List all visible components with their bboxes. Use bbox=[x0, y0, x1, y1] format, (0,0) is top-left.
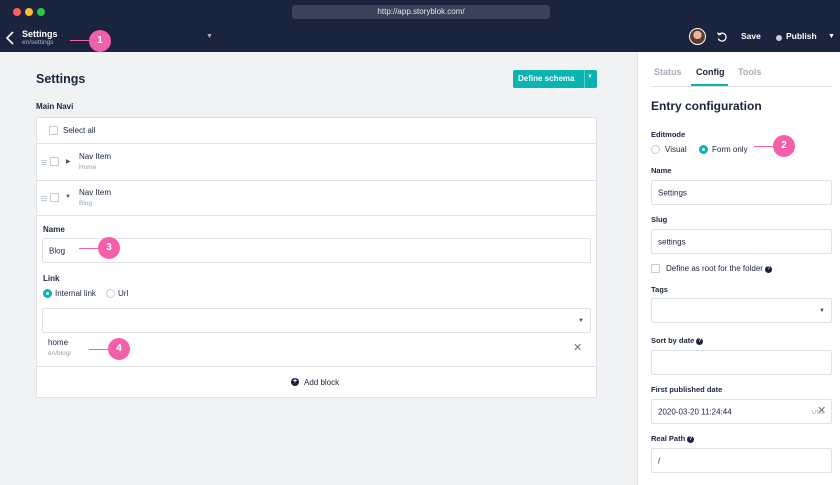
annotation-marker-4: 4 bbox=[108, 338, 130, 360]
publish-button[interactable]: Publish bbox=[786, 31, 817, 41]
slug-field[interactable]: settings bbox=[651, 229, 832, 254]
name-field[interactable]: Blog bbox=[42, 238, 591, 263]
block-checkbox[interactable] bbox=[50, 193, 59, 202]
page-title: Settings bbox=[36, 72, 86, 86]
define-schema-label[interactable]: Define schema bbox=[518, 74, 574, 83]
chevron-down-icon[interactable]: ▼ bbox=[819, 308, 825, 314]
info-icon[interactable]: ? bbox=[696, 338, 704, 345]
main-content: Settings Define schema ▼ Main Navi Selec… bbox=[0, 52, 637, 485]
field-label-sort-by-date: Sort by date? bbox=[651, 336, 704, 345]
add-block-plus-icon[interactable]: + bbox=[291, 378, 299, 386]
block-title: Nav Item bbox=[79, 152, 112, 161]
field-label-name: Name bbox=[651, 166, 672, 175]
real-path-field[interactable]: / bbox=[651, 448, 832, 473]
real-path-text: Real Path bbox=[651, 434, 686, 443]
define-schema-button[interactable]: Define schema ▼ bbox=[513, 70, 597, 88]
chevron-down-icon[interactable]: ▼ bbox=[65, 194, 71, 200]
field-label-slug: Slug bbox=[651, 215, 668, 224]
publish-options-chevron-icon[interactable]: ▼ bbox=[828, 33, 835, 40]
linked-story-title: home bbox=[48, 338, 69, 347]
field-label-name: Name bbox=[43, 225, 65, 234]
root-folder-label: Define as root for the folder? bbox=[666, 264, 772, 273]
sidebar-title: Entry configuration bbox=[651, 99, 762, 113]
first-published-date-field[interactable]: 2020-03-20 11:24:44 UTC ✕ bbox=[651, 399, 832, 424]
minimize-window-icon[interactable] bbox=[25, 8, 33, 16]
window-titlebar: http://app.storyblok.com/ bbox=[0, 0, 840, 24]
remove-link-close-icon[interactable]: ✕ bbox=[573, 343, 582, 354]
root-folder-checkbox[interactable] bbox=[651, 264, 660, 273]
link-select[interactable]: ▼ bbox=[42, 308, 591, 333]
annotation-marker-2: 2 bbox=[773, 135, 795, 157]
sort-by-date-text: Sort by date bbox=[651, 336, 695, 345]
info-icon[interactable]: ? bbox=[687, 436, 695, 443]
field-label-first-published: First published date bbox=[651, 385, 723, 394]
name-field-value: Blog bbox=[49, 246, 66, 255]
story-title[interactable]: Settings bbox=[22, 29, 58, 39]
slug-field-value: settings bbox=[658, 237, 686, 246]
story-path: en/settings bbox=[22, 39, 54, 46]
select-all-label: Select all bbox=[63, 126, 96, 135]
block-item-home[interactable]: ▶ Nav Item Home bbox=[37, 144, 596, 181]
name-field-value: Settings bbox=[658, 188, 687, 197]
linked-story-path: en/blog/ bbox=[48, 350, 72, 357]
annotation-connector bbox=[79, 248, 99, 249]
radio-internal-link-label: Internal link bbox=[55, 289, 96, 298]
user-avatar[interactable] bbox=[689, 28, 706, 45]
config-sidebar: Status Config Tools Entry configuration … bbox=[637, 52, 840, 485]
divider bbox=[584, 70, 585, 88]
add-block-button[interactable]: Add block bbox=[304, 378, 339, 387]
annotation-connector bbox=[754, 146, 774, 147]
chevron-down-icon[interactable]: ▼ bbox=[578, 318, 584, 324]
address-bar[interactable]: http://app.storyblok.com/ bbox=[292, 5, 550, 19]
field-label-link: Link bbox=[43, 274, 60, 283]
annotation-marker-1: 1 bbox=[89, 30, 111, 52]
radio-internal-link[interactable] bbox=[43, 289, 52, 298]
info-icon[interactable]: ? bbox=[764, 266, 772, 273]
block-checkbox[interactable] bbox=[50, 157, 59, 166]
tab-tools[interactable]: Tools bbox=[738, 67, 761, 77]
block-item-blog[interactable]: ▼ Nav Item Blog bbox=[37, 181, 596, 216]
field-label-real-path: Real Path? bbox=[651, 434, 695, 443]
back-arrow-icon[interactable] bbox=[4, 30, 16, 46]
divider bbox=[37, 366, 596, 367]
root-folder-text: Define as root for the folder bbox=[666, 264, 763, 273]
drag-handle-icon[interactable] bbox=[41, 160, 47, 165]
tab-config[interactable]: Config bbox=[696, 67, 725, 77]
select-all-row[interactable]: Select all bbox=[37, 118, 596, 144]
annotation-connector bbox=[89, 349, 109, 350]
publish-status-icon bbox=[776, 35, 782, 41]
save-button[interactable]: Save bbox=[741, 31, 761, 41]
radio-url-label: Url bbox=[118, 289, 129, 298]
app-header: Settings en/settings ▼ Save Publish ▼ bbox=[0, 24, 840, 52]
annotation-marker-3: 3 bbox=[98, 237, 120, 259]
radio-visual-label: Visual bbox=[665, 145, 687, 154]
history-icon[interactable] bbox=[716, 31, 728, 43]
field-label-main-navi: Main Navi bbox=[36, 102, 74, 111]
radio-form-only[interactable] bbox=[699, 145, 708, 154]
divider bbox=[651, 86, 832, 87]
block-title: Nav Item bbox=[79, 188, 112, 197]
name-field[interactable]: Settings bbox=[651, 180, 832, 205]
real-path-value: / bbox=[658, 456, 661, 465]
chevron-down-icon[interactable]: ▼ bbox=[206, 33, 213, 40]
block-subtitle: Home bbox=[79, 164, 97, 171]
block-subtitle: Blog bbox=[79, 200, 93, 207]
field-label-editmode: Editmode bbox=[651, 130, 686, 139]
tags-select[interactable]: ▼ bbox=[651, 298, 832, 323]
field-label-tags: Tags bbox=[651, 285, 668, 294]
chevron-right-icon[interactable]: ▶ bbox=[66, 158, 71, 165]
clear-date-close-icon[interactable]: ✕ bbox=[817, 406, 826, 417]
radio-visual[interactable] bbox=[651, 145, 660, 154]
drag-handle-icon[interactable] bbox=[41, 196, 47, 201]
select-all-checkbox[interactable] bbox=[49, 126, 58, 135]
maximize-window-icon[interactable] bbox=[37, 8, 45, 16]
tab-status[interactable]: Status bbox=[654, 67, 682, 77]
close-window-icon[interactable] bbox=[13, 8, 21, 16]
radio-url[interactable] bbox=[106, 289, 115, 298]
annotation-connector bbox=[70, 40, 90, 41]
sort-by-date-field[interactable] bbox=[651, 350, 832, 375]
first-published-value: 2020-03-20 11:24:44 bbox=[658, 407, 732, 416]
chevron-down-icon[interactable]: ▼ bbox=[587, 74, 593, 80]
radio-form-only-label: Form only bbox=[712, 145, 748, 154]
